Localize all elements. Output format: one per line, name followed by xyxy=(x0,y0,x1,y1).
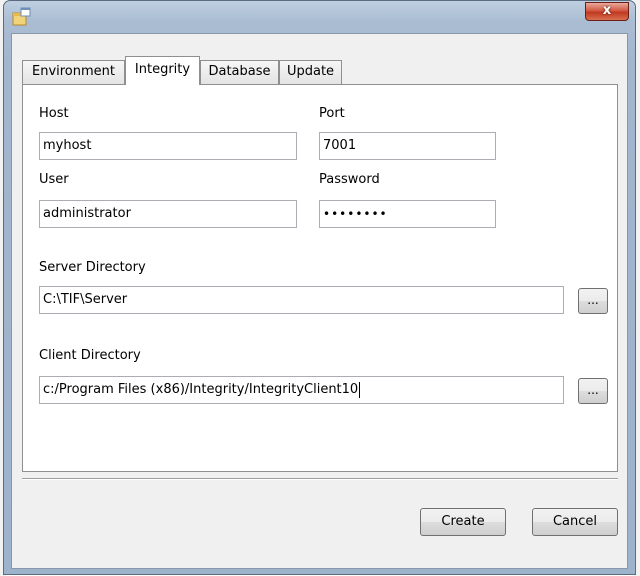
server-directory-browse-button[interactable]: ... xyxy=(578,288,608,314)
password-label: Password xyxy=(319,172,380,187)
dialog-body: Environment Integrity Database Update Ho… xyxy=(11,33,628,569)
tab-integrity[interactable]: Integrity xyxy=(125,56,200,85)
server-directory-input[interactable]: C:\TIF\Server xyxy=(39,286,564,314)
tab-environment[interactable]: Environment xyxy=(22,60,125,84)
user-label: User xyxy=(39,172,69,187)
server-directory-value: C:\TIF\Server xyxy=(43,292,128,307)
port-label: Port xyxy=(319,106,345,121)
client-directory-value: c:/Program Files (x86)/Integrity/Integri… xyxy=(43,382,359,397)
app-window-icon xyxy=(12,7,32,27)
port-input[interactable]: 7001 xyxy=(319,132,496,160)
user-input[interactable]: administrator xyxy=(39,200,297,228)
cancel-button[interactable]: Cancel xyxy=(532,508,618,536)
client-directory-browse-button[interactable]: ... xyxy=(578,378,608,404)
text-caret xyxy=(359,381,361,398)
user-value: administrator xyxy=(43,206,131,221)
close-icon: x xyxy=(602,3,612,18)
close-button[interactable]: x xyxy=(585,2,629,21)
tab-update[interactable]: Update xyxy=(279,60,342,84)
dialog-window: x Environment Integrity Database Update … xyxy=(3,0,636,575)
tab-panel-integrity: Host myhost Port 7001 User administrator… xyxy=(22,84,618,472)
server-directory-label: Server Directory xyxy=(39,260,146,275)
tab-database[interactable]: Database xyxy=(200,60,279,84)
separator-line-highlight xyxy=(22,479,618,480)
host-label: Host xyxy=(39,106,69,121)
password-value: •••••••• xyxy=(323,207,388,221)
client-directory-label: Client Directory xyxy=(39,348,141,363)
password-input[interactable]: •••••••• xyxy=(319,200,496,228)
host-value: myhost xyxy=(43,138,92,153)
create-button[interactable]: Create xyxy=(420,508,506,536)
host-input[interactable]: myhost xyxy=(39,132,297,160)
title-bar[interactable]: x xyxy=(4,1,635,33)
port-value: 7001 xyxy=(323,138,357,153)
client-directory-input[interactable]: c:/Program Files (x86)/Integrity/Integri… xyxy=(39,376,564,404)
